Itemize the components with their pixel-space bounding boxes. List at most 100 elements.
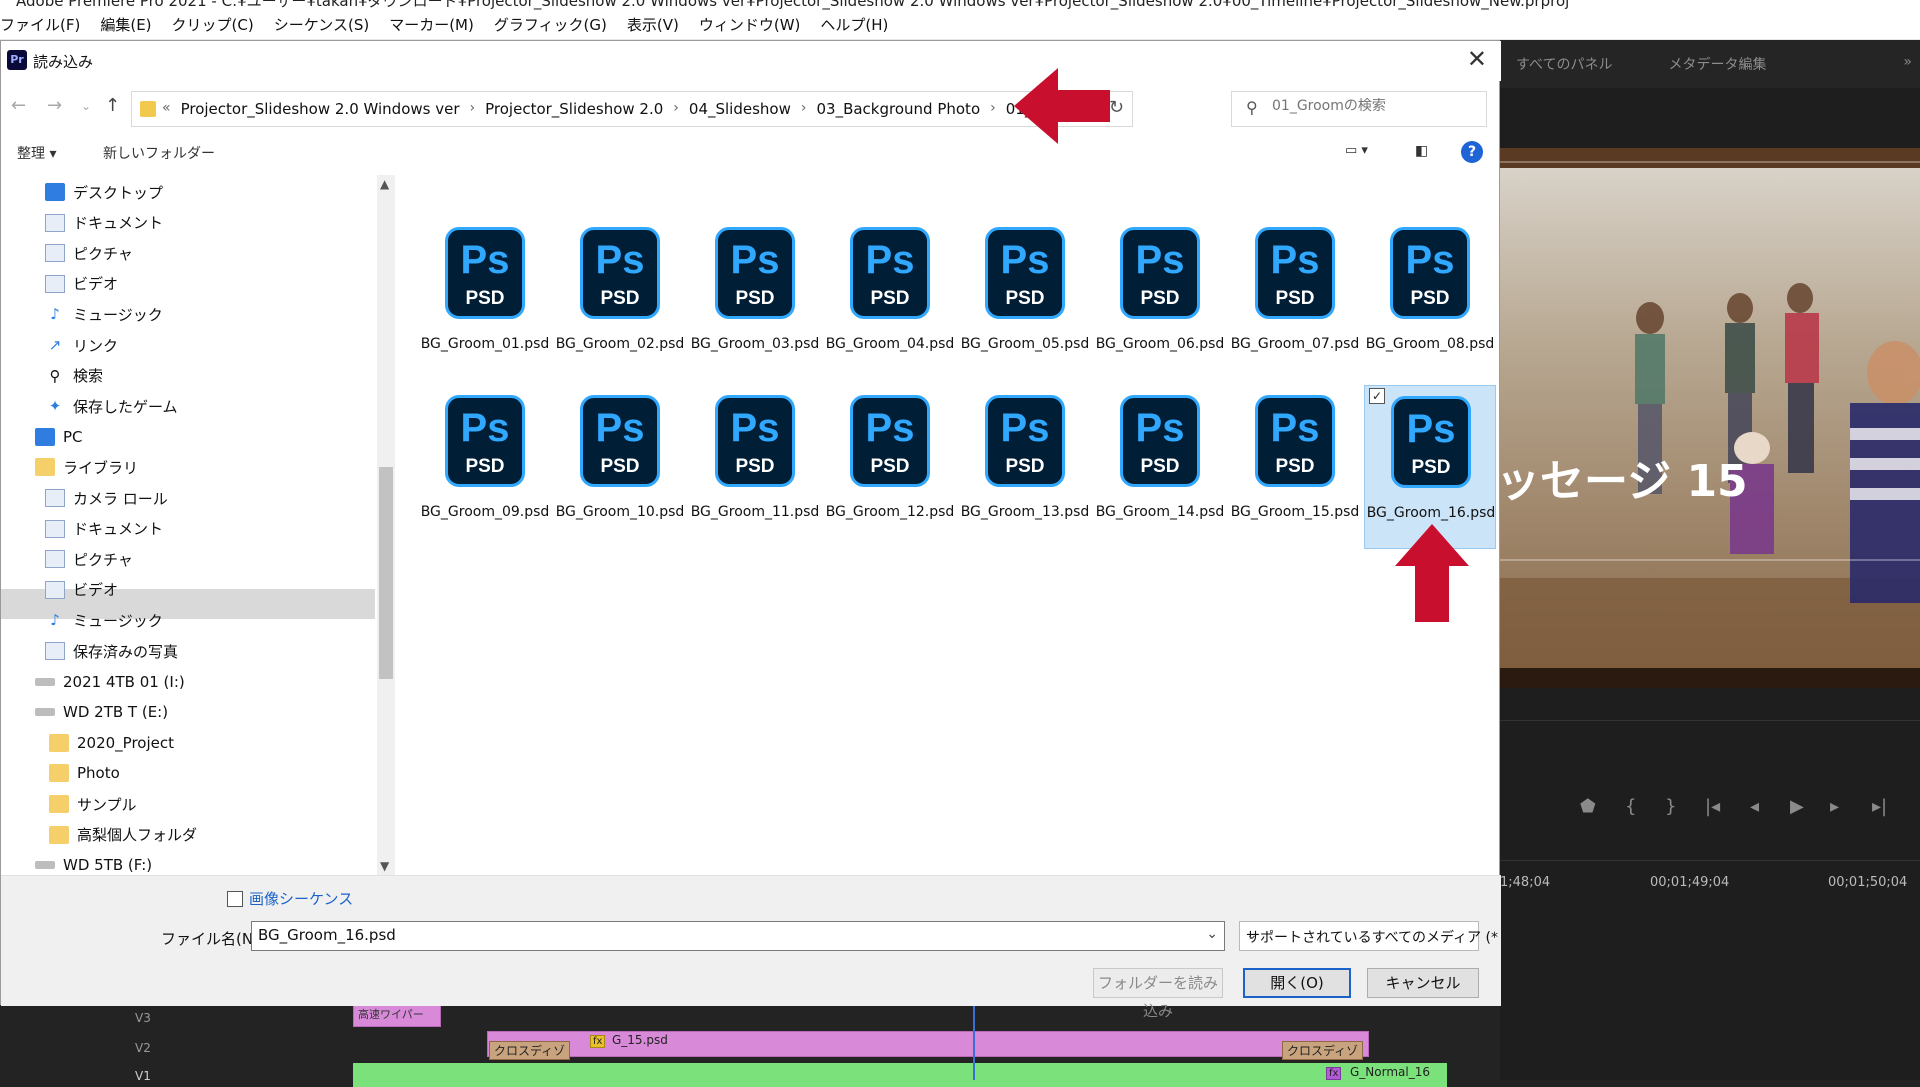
- menu-item[interactable]: シーケンス(S): [264, 14, 379, 35]
- file-item[interactable]: Ps PSD BG_Groom_09.psd: [419, 385, 551, 549]
- menu-item[interactable]: ファイル(F): [0, 14, 90, 35]
- chevron-right-icon[interactable]: ›: [801, 100, 807, 118]
- nav-item[interactable]: ライブラリ: [35, 454, 138, 480]
- filename-field[interactable]: ⌄: [251, 921, 1225, 951]
- import-folder-button[interactable]: フォルダーを読み込み: [1093, 968, 1223, 1020]
- file-item[interactable]: Ps PSD BG_Groom_12.psd: [824, 385, 956, 549]
- file-item[interactable]: Ps PSD BG_Groom_13.psd: [959, 385, 1091, 549]
- recent-locations-icon[interactable]: ⌄: [81, 99, 91, 113]
- nav-item-label: PC: [63, 427, 83, 446]
- mark-in-icon[interactable]: {: [1625, 796, 1636, 817]
- file-item[interactable]: Ps PSD BG_Groom_05.psd: [959, 217, 1091, 381]
- menu-item[interactable]: クリップ(C): [162, 14, 264, 35]
- nav-item[interactable]: WD 2TB T (E:): [35, 699, 168, 725]
- search-box[interactable]: ⚲: [1231, 91, 1487, 127]
- chevron-right-icon[interactable]: ›: [673, 100, 679, 118]
- play-icon[interactable]: ▶: [1790, 796, 1804, 817]
- file-type-select[interactable]: サポートされているすべてのメディア (* ⌄: [1239, 921, 1498, 951]
- nav-item[interactable]: Photo: [49, 760, 120, 786]
- chevron-right-icon[interactable]: ›: [990, 100, 996, 118]
- nav-item[interactable]: ドキュメント: [45, 210, 163, 236]
- back-arrow-icon[interactable]: ←: [11, 95, 26, 116]
- nav-item[interactable]: デスクトップ: [45, 179, 163, 205]
- file-item[interactable]: Ps PSD BG_Groom_02.psd: [554, 217, 686, 381]
- nav-scrollbar[interactable]: ▲ ▼: [377, 175, 395, 875]
- breadcrumb-item[interactable]: 04_Slideshow: [689, 100, 791, 118]
- nav-item[interactable]: ♪ ミュージック: [45, 607, 163, 633]
- breadcrumb-overflow-icon[interactable]: «: [162, 100, 171, 118]
- file-item[interactable]: Ps PSD BG_Groom_07.psd: [1229, 217, 1361, 381]
- chevron-down-icon[interactable]: ⌄: [1206, 926, 1218, 942]
- image-sequence-option[interactable]: 画像シーケンス: [227, 888, 353, 909]
- open-button[interactable]: 開く(O): [1243, 968, 1351, 998]
- nav-item[interactable]: サンプル: [49, 791, 137, 817]
- filename-input[interactable]: [258, 926, 1188, 944]
- nav-item[interactable]: ピクチャ: [45, 546, 133, 572]
- forward-arrow-icon[interactable]: →: [47, 95, 62, 116]
- menu-item[interactable]: 表示(V): [617, 14, 689, 35]
- step-back-icon[interactable]: ◂: [1750, 796, 1759, 817]
- file-item[interactable]: Ps PSD BG_Groom_11.psd: [689, 385, 821, 549]
- image-sequence-label[interactable]: 画像シーケンス: [249, 888, 353, 909]
- marker-icon[interactable]: ⬟: [1580, 796, 1596, 817]
- preview-pane-icon[interactable]: ◧: [1415, 143, 1428, 159]
- file-item[interactable]: Ps PSD BG_Groom_10.psd: [554, 385, 686, 549]
- chevron-right-icon[interactable]: ›: [470, 100, 476, 118]
- nav-item[interactable]: ⚲ 検索: [45, 363, 104, 389]
- file-item[interactable]: Ps PSD BG_Groom_03.psd: [689, 217, 821, 381]
- cancel-button[interactable]: キャンセル: [1367, 968, 1479, 998]
- file-item[interactable]: Ps PSD BG_Groom_14.psd: [1094, 385, 1226, 549]
- menu-item[interactable]: 編集(E): [90, 14, 161, 35]
- help-icon[interactable]: ?: [1461, 141, 1483, 163]
- up-arrow-icon[interactable]: ↑: [105, 95, 120, 116]
- search-input[interactable]: [1272, 98, 1472, 114]
- nav-item[interactable]: カメラ ロール: [45, 485, 168, 511]
- mark-out-icon[interactable]: }: [1665, 796, 1676, 817]
- nav-item[interactable]: ドキュメント: [45, 516, 163, 542]
- breadcrumb-item[interactable]: Projector_Slideshow 2.0 Windows ver: [181, 100, 460, 118]
- nav-item[interactable]: 2020_Project: [49, 730, 174, 756]
- nav-item[interactable]: ✦ 保存したゲーム: [45, 393, 178, 419]
- tab-metadata-edit[interactable]: メタデータ編集: [1668, 54, 1766, 74]
- nav-item[interactable]: ビデオ: [45, 271, 118, 297]
- file-item[interactable]: Ps PSD BG_Groom_08.psd: [1364, 217, 1496, 381]
- view-options-icon[interactable]: ▭ ▾: [1345, 143, 1368, 158]
- close-icon[interactable]: ✕: [1467, 45, 1487, 73]
- go-to-out-icon[interactable]: ▸|: [1872, 796, 1887, 817]
- checkbox-icon[interactable]: ✓: [1369, 388, 1385, 404]
- scroll-up-icon[interactable]: ▲: [380, 177, 389, 191]
- breadcrumb-item[interactable]: 03_Background Photo: [816, 100, 980, 118]
- more-panels-icon[interactable]: »: [1903, 54, 1912, 70]
- breadcrumb-item[interactable]: Projector_Slideshow 2.0: [485, 100, 663, 118]
- step-forward-icon[interactable]: ▸: [1830, 796, 1839, 817]
- menu-item[interactable]: マーカー(M): [379, 14, 484, 35]
- scrollbar-thumb[interactable]: [379, 467, 393, 679]
- chevron-down-icon[interactable]: ⌄: [1246, 927, 1472, 943]
- file-item[interactable]: Ps PSD BG_Groom_01.psd: [419, 217, 551, 381]
- clip-v3[interactable]: 高速ワイパー: [353, 1005, 441, 1027]
- nav-item[interactable]: ピクチャ: [45, 240, 133, 266]
- nav-item[interactable]: ♪ ミュージック: [45, 301, 163, 327]
- image-sequence-checkbox[interactable]: [227, 890, 243, 907]
- menu-item[interactable]: グラフィック(G): [484, 14, 617, 35]
- nav-item[interactable]: ↗ リンク: [45, 332, 118, 358]
- new-folder-button[interactable]: 新しいフォルダー: [103, 143, 215, 163]
- file-item[interactable]: Ps PSD BG_Groom_04.psd: [824, 217, 956, 381]
- file-item[interactable]: Ps PSD BG_Groom_06.psd: [1094, 217, 1226, 381]
- timeline-ruler-mini[interactable]: [1500, 720, 1920, 772]
- nav-item[interactable]: 高梨個人フォルダ: [49, 822, 197, 848]
- clip-v1[interactable]: [353, 1063, 1447, 1087]
- nav-item[interactable]: ビデオ: [45, 577, 118, 603]
- nav-item[interactable]: 保存済みの写真: [45, 638, 178, 664]
- menu-item[interactable]: ウィンドウ(W): [689, 14, 811, 35]
- nav-item[interactable]: 2021 4TB 01 (I:): [35, 669, 185, 695]
- menu-item[interactable]: ヘルプ(H): [810, 14, 898, 35]
- organize-button[interactable]: 整理 ▾: [17, 143, 56, 163]
- nav-item[interactable]: PC: [35, 424, 83, 450]
- tab-all-panels[interactable]: すべてのパネル: [1516, 54, 1612, 74]
- file-item[interactable]: Ps PSD BG_Groom_15.psd: [1229, 385, 1361, 549]
- playhead[interactable]: [973, 1005, 975, 1080]
- go-to-in-icon[interactable]: |◂: [1705, 796, 1720, 817]
- address-bar[interactable]: « Projector_Slideshow 2.0 Windows ver › …: [131, 91, 1133, 127]
- scroll-down-icon[interactable]: ▼: [380, 859, 389, 873]
